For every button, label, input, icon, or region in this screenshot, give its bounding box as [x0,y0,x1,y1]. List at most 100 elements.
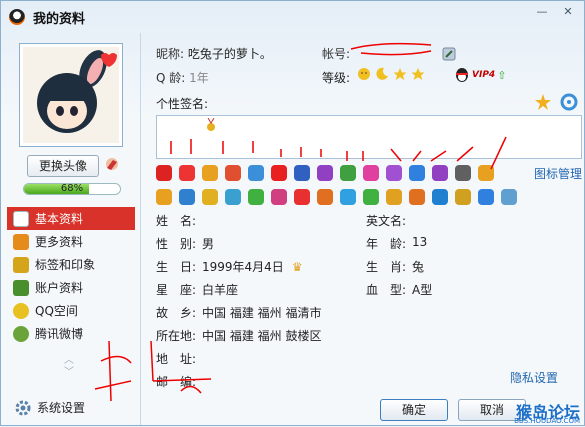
privacy-settings-link[interactable]: 隐私设置 [510,369,558,386]
qq-game-badge-icon[interactable] [156,189,172,205]
info-value: 中国 福建 福州 鼓楼区 [202,329,322,343]
qq-service-badge-icon[interactable] [455,165,471,181]
star-icon [13,302,29,319]
info-row: 所在地: 中国 福建 福州 鼓楼区 [156,324,576,347]
info-key: 生 日: [156,260,197,274]
medal-icon [207,118,215,131]
star-icon [393,68,407,80]
sidebar-item-tags[interactable]: 标签和印象 [7,253,135,276]
info-row: 星 座: 白羊座 血 型: A型 [156,278,576,301]
sidebar-item-weibo[interactable]: 腾讯微博 [7,322,135,345]
qq-game-badge-icon[interactable] [455,189,471,205]
right-panel: 昵称: 吃兔子的萝卜。 帐号: Q 龄: 1年 等级: VIP4 ⇧ 个性签名: [142,33,584,425]
ok-button[interactable]: 确定 [380,399,448,421]
close-button[interactable]: ✕ [556,3,580,21]
vip-badge[interactable]: VIP4 ⇧ [454,67,506,83]
qq-service-badge-icon[interactable] [225,165,241,181]
info-key: 星 座: [156,283,197,297]
qq-service-badge-icon[interactable] [202,165,218,181]
sidebar-item-qzone[interactable]: QQ空间 [7,299,135,322]
sidebar-item-label: 腾讯微博 [35,327,84,341]
qq-service-badge-icon[interactable] [317,165,333,181]
info-row: 故 乡: 中国 福建 福州 福清市 [156,301,576,324]
sidebar-item-label: 账户资料 [35,281,84,295]
refresh-icon[interactable] [560,93,578,111]
info-value-2: 兔 [412,260,425,274]
up-arrow-icon: ⇧ [497,68,507,82]
account-label: 帐号: [322,47,351,61]
qq-service-badge-icon[interactable] [340,165,356,181]
list-icon [13,233,29,250]
signature-tools [534,93,578,111]
info-key: 故 乡: [156,306,197,320]
info-key-2: 英文名: [366,214,407,228]
info-value: 男 [202,237,215,251]
qq-game-badge-icon[interactable] [179,189,195,205]
qq-game-badge-icon[interactable] [248,189,264,205]
progress-text: 68% [60,183,84,194]
sun-icon [358,68,370,80]
level-label: 等级: [322,71,351,85]
qq-service-badge-icon[interactable] [363,165,379,181]
qq-game-badge-icon[interactable] [271,189,287,205]
qq-service-badge-icon[interactable] [248,165,264,181]
qq-service-badge-icon[interactable] [179,165,195,181]
window-controls: — ✕ [528,3,580,21]
nickname-value[interactable]: 吃兔子的萝卜。 [188,47,272,61]
change-avatar-button[interactable]: 更换头像 [27,155,99,177]
qq-service-badge-icon[interactable] [156,165,172,181]
star-icon [411,68,425,80]
weibo-icon [13,325,29,342]
gear-icon [15,400,31,415]
info-key: 邮 编: [156,375,197,389]
left-panel: 更换头像 68% 基本资料 更多资料 标签和印象 账户资料 QQ空间 腾讯微博 … [1,33,141,425]
qq-service-badge-icon[interactable] [409,165,425,181]
info-key-2: 生 肖: [366,260,407,274]
qq-game-badge-icon[interactable] [386,189,402,205]
sidebar-item-basic-info[interactable]: 基本资料 [7,207,135,230]
qq-game-badge-icon[interactable] [478,189,494,205]
qq-service-badge-icon[interactable] [386,165,402,181]
qq-game-badge-icon[interactable] [340,189,356,205]
info-key-2: 血 型: [366,283,407,297]
moon-icon [376,67,388,80]
qq-game-badge-icon[interactable] [202,189,218,205]
system-settings-link[interactable]: 系统设置 [15,399,85,416]
qq-service-badge-icon[interactable] [294,165,310,181]
level-icons[interactable] [357,67,429,81]
minimize-button[interactable]: — [530,3,554,21]
qq-game-badge-icon[interactable] [432,189,448,205]
qq-game-badge-icon[interactable] [317,189,333,205]
avatar-tool-icon[interactable] [104,156,120,172]
system-settings-label: 系统设置 [37,401,86,415]
qq-game-badge-icon[interactable] [501,189,517,205]
qq-service-badge-icon[interactable] [478,165,494,181]
info-row: 性 别: 男 年 龄: 13 [156,232,576,255]
qq-game-badge-icon[interactable] [409,189,425,205]
qq-game-badge-icon[interactable] [363,189,379,205]
qage-row: Q 龄: 1年 [156,69,209,86]
nickname-label: 昵称: [156,47,185,61]
nav-scroll-arrows[interactable]: ︿ ﹀ [61,355,77,379]
star-edit-icon[interactable] [534,93,552,111]
info-col2: 英文名: [366,212,412,229]
signature-input[interactable] [156,115,582,159]
qage-value: 1年 [189,71,209,85]
account-row: 帐号: [322,45,350,62]
sidebar-item-more-info[interactable]: 更多资料 [7,230,135,253]
qq-logo-icon [9,9,25,25]
qq-game-badge-icon[interactable] [225,189,241,205]
qq-game-badge-icon[interactable] [294,189,310,205]
qq-service-badge-icon[interactable] [432,165,448,181]
account-icon [13,279,29,296]
qq-penguin-icon [456,68,468,82]
badge-row-1 [156,165,501,181]
sidebar-item-label: 更多资料 [35,235,84,249]
watermark-url: BBS.HOUDAO.COM [514,417,580,425]
edit-icon[interactable] [442,47,456,61]
titlebar: 我的资料 — ✕ [1,1,584,33]
icon-manage-link[interactable]: 图标管理 [534,165,582,182]
qq-service-badge-icon[interactable] [271,165,287,181]
sidebar-item-account[interactable]: 账户资料 [7,276,135,299]
avatar[interactable] [19,43,123,147]
